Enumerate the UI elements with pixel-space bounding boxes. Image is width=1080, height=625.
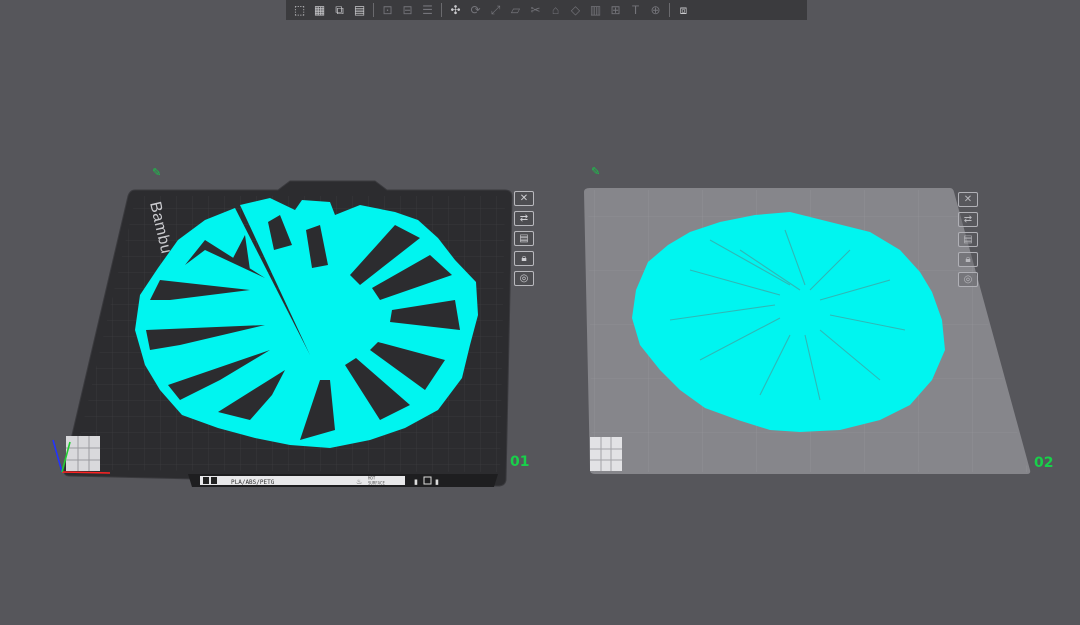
settings-icon: ◎ [963,274,973,285]
plate-1-edit-icon[interactable]: ✎ [152,166,161,179]
plate-1-auto-arrange-button[interactable]: ⇄ [514,211,534,226]
plate-1-number: 01 [510,454,529,470]
hot-surface-icon: ♨ [356,478,362,486]
close-icon: ✕ [519,193,529,204]
plate-1-info-bar: PLA/ABS/PETG ♨ HOT SURFACE ▮ ▮ [188,474,498,487]
filament-label: PLA/ABS/PETG [231,479,275,486]
auto-arrange-icon: ⇄ [963,214,973,225]
auto-arrange-icon: ⇄ [519,213,529,224]
plate-1[interactable]: Bambu Textured PEI Plate PLA/ABS/PETG ♨ … [52,180,529,487]
plate-2-orient-button[interactable]: ▤ [958,232,978,247]
plate-2-controls: ✕ ⇄ ▤ 🔒︎ ◎ [958,192,978,287]
plate-1-controls: ✕ ⇄ ▤ 🔒︎ ◎ [514,191,534,286]
plate-2-settings-button[interactable]: ◎ [958,272,978,287]
plate-2[interactable]: 02 [584,188,1053,474]
orient-icon: ▤ [963,234,973,245]
z-axis [52,439,63,473]
3d-viewport[interactable]: Bambu Textured PEI Plate PLA/ABS/PETG ♨ … [0,0,1080,625]
plate-2-lock-button[interactable]: 🔒︎ [958,252,978,267]
plate-type-icon [211,477,217,484]
plate-1-lock-button[interactable]: 🔒︎ [514,251,534,266]
plate-2-auto-arrange-button[interactable]: ⇄ [958,212,978,227]
surface-label: SURFACE [368,481,385,486]
trash-icon: ▮ [414,479,418,486]
trash-icon-2: ▮ [435,479,439,486]
plate-1-settings-button[interactable]: ◎ [514,271,534,286]
orient-icon: ▤ [519,233,529,244]
plate-2-origin-marker [590,437,622,471]
lock-icon: 🔒︎ [521,253,527,264]
plate-2-number: 02 [1034,455,1053,471]
close-icon: ✕ [963,194,973,205]
plate-1-orient-button[interactable]: ▤ [514,231,534,246]
plate-2-edit-icon[interactable]: ✎ [591,165,600,178]
model-1[interactable] [135,198,478,448]
plate-1-close-button[interactable]: ✕ [514,191,534,206]
grid-small-icon [203,477,209,484]
lock-icon: 🔒︎ [965,254,971,265]
x-axis [61,471,111,474]
plate-2-close-button[interactable]: ✕ [958,192,978,207]
settings-icon: ◎ [519,273,529,284]
